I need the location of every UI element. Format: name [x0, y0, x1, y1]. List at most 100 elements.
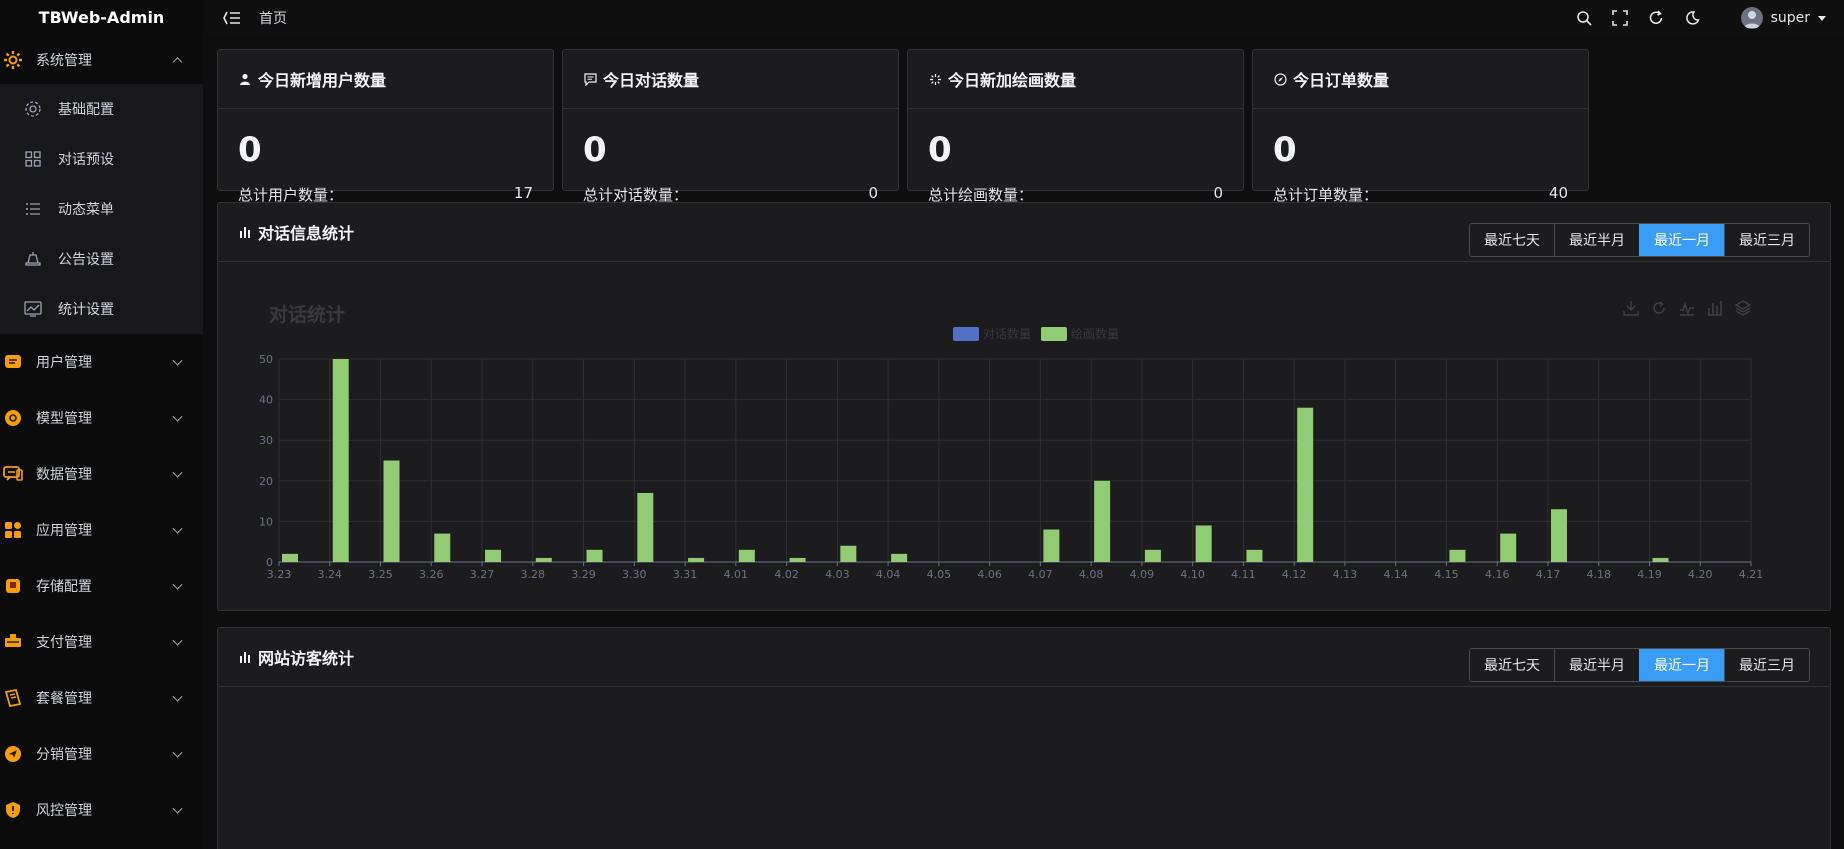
main-content: 今日新增用户数量 0 总计用户数量： 17 今日对话数量 0 总计对话数量： 0 今日新加绘画数…: [203, 36, 1844, 849]
chevron-down-icon: [172, 579, 183, 590]
sidebar-item-0[interactable]: 基础配置: [0, 84, 203, 134]
x-tick-label: 3.26: [419, 568, 444, 581]
bar-draw: [789, 557, 806, 562]
stat-card-header: 今日新增用户数量: [218, 50, 553, 109]
range-button-0[interactable]: 最近七天: [1470, 649, 1554, 681]
stat-card: 今日新加绘画数量 0 总计绘画数量： 0: [907, 49, 1244, 204]
stat-today-value: 0: [238, 130, 262, 170]
settings-icon: [22, 98, 44, 120]
bar-draw: [637, 492, 654, 562]
visitor-stats-panel: 网站访客统计 最近七天 最近半月 最近一月 最近三月: [217, 627, 1831, 849]
package-icon: [0, 685, 26, 711]
sidebar-group-7[interactable]: 套餐管理: [0, 670, 203, 726]
chevron-down-icon: [172, 355, 183, 366]
fullscreen-icon[interactable]: [1609, 7, 1631, 29]
sidebar-group-9[interactable]: 风控管理: [0, 782, 203, 838]
bar-draw: [1550, 509, 1567, 562]
sidebar-group-1[interactable]: 用户管理: [0, 334, 203, 390]
x-tick-label: 4.19: [1637, 568, 1662, 581]
user-icon: [238, 72, 252, 86]
x-tick-label: 4.13: [1333, 568, 1358, 581]
compass-icon: [1273, 72, 1287, 86]
x-tick-label: 3.30: [622, 568, 647, 581]
x-tick-label: 4.08: [1079, 568, 1104, 581]
collapse-menu-icon[interactable]: [221, 7, 243, 29]
visitor-range-selector: 最近七天 最近半月 最近一月 最近三月: [1469, 648, 1810, 682]
sidebar-group-6[interactable]: 支付管理: [0, 614, 203, 670]
bar-draw: [1652, 557, 1669, 562]
sidebar-menu: 系统管理基础配置对话预设动态菜单公告设置统计设置用户管理模型管理数据管理应用管理…: [0, 36, 203, 838]
chevron-down-icon: [1818, 15, 1826, 21]
app-logo[interactable]: TBWeb-Admin: [0, 0, 203, 36]
bar-draw: [434, 533, 451, 562]
chat-stats-panel: 对话信息统计 最近七天 最近半月 最近一月 最近三月 对话统计 对话数量 绘画数量: [217, 202, 1831, 611]
stat-card-header: 今日订单数量: [1253, 50, 1588, 109]
y-tick-label: 50: [259, 353, 273, 366]
bar-draw: [1297, 407, 1314, 562]
bar-draw: [485, 549, 502, 562]
sidebar-group-label: 应用管理: [36, 523, 92, 539]
x-tick-label: 4.01: [724, 568, 749, 581]
range-button-3[interactable]: 最近三月: [1724, 649, 1809, 681]
search-icon[interactable]: [1573, 7, 1595, 29]
sidebar-item-label: 统计设置: [58, 302, 114, 318]
bar-draw: [383, 460, 400, 562]
x-tick-label: 4.20: [1688, 568, 1713, 581]
stat-today-value: 0: [583, 130, 607, 170]
chat-data-icon: [0, 461, 26, 487]
sidebar-group-label: 模型管理: [36, 411, 92, 427]
x-tick-label: 4.09: [1130, 568, 1155, 581]
x-tick-label: 4.14: [1383, 568, 1408, 581]
breadcrumb-home[interactable]: 首页: [259, 8, 287, 28]
sidebar-group-0[interactable]: 系统管理: [0, 36, 203, 84]
y-tick-label: 10: [259, 515, 273, 528]
stat-card: 今日订单数量 0 总计订单数量： 40: [1252, 49, 1589, 204]
sidebar-item-label: 公告设置: [58, 252, 114, 268]
x-tick-label: 3.25: [368, 568, 393, 581]
sidebar-group-label: 套餐管理: [36, 691, 92, 707]
sidebar-group-4[interactable]: 应用管理: [0, 502, 203, 558]
range-button-2[interactable]: 最近一月: [1639, 649, 1724, 681]
bar-draw: [586, 549, 603, 562]
user-menu[interactable]: super: [1740, 7, 1826, 29]
sidebar-group-label: 存储配置: [36, 579, 92, 595]
bar-draw: [1195, 525, 1212, 562]
list-icon: [22, 198, 44, 220]
dark-mode-icon[interactable]: [1681, 7, 1703, 29]
x-tick-label: 4.07: [1028, 568, 1053, 581]
y-tick-label: 40: [259, 394, 273, 407]
gear-icon: [0, 47, 26, 73]
topbar: 首页 super: [203, 0, 1844, 36]
storage-icon: [0, 573, 26, 599]
sidebar-item-4[interactable]: 统计设置: [0, 284, 203, 334]
sidebar-item-2[interactable]: 动态菜单: [0, 184, 203, 234]
sidebar-item-label: 对话预设: [58, 152, 114, 168]
chevron-down-icon: [172, 523, 183, 534]
distribution-icon: [0, 741, 26, 767]
sidebar-group-8[interactable]: 分销管理: [0, 726, 203, 782]
range-button-1[interactable]: 最近半月: [1554, 649, 1639, 681]
model-icon: [0, 405, 26, 431]
sidebar-group-3[interactable]: 数据管理: [0, 446, 203, 502]
bar-draw: [688, 557, 705, 562]
x-tick-label: 4.02: [774, 568, 799, 581]
y-tick-label: 20: [259, 475, 273, 488]
chevron-down-icon: [172, 803, 183, 814]
stat-card-title: 今日新加绘画数量: [948, 71, 1077, 90]
x-tick-label: 3.23: [267, 568, 292, 581]
sidebar-item-1[interactable]: 对话预设: [0, 134, 203, 184]
sidebar-item-label: 基础配置: [58, 102, 114, 118]
sidebar-group-label: 风控管理: [36, 803, 92, 819]
shield-icon: [0, 797, 26, 823]
chart-monitor-icon: [22, 298, 44, 320]
sidebar-group-5[interactable]: 存储配置: [0, 558, 203, 614]
sidebar-item-3[interactable]: 公告设置: [0, 234, 203, 284]
sidebar-group-2[interactable]: 模型管理: [0, 390, 203, 446]
chevron-down-icon: [172, 467, 183, 478]
chat-icon: [583, 72, 597, 86]
x-tick-label: 4.10: [1180, 568, 1205, 581]
refresh-icon[interactable]: [1645, 7, 1667, 29]
x-tick-label: 3.28: [521, 568, 546, 581]
stat-card-title: 今日订单数量: [1293, 71, 1390, 90]
stat-card: 今日对话数量 0 总计对话数量： 0: [562, 49, 899, 204]
